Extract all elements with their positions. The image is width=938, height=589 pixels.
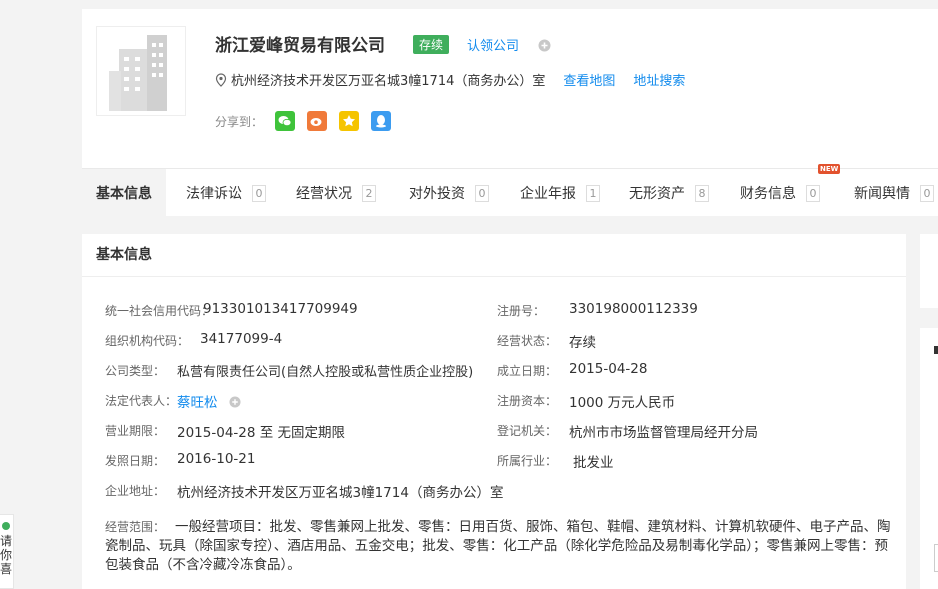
side-card [920,234,938,308]
address-row: 杭州经济技术开发区万亚名城3幢1714（商务办公）室 查看地图 地址搜索 [215,70,685,89]
tab-news[interactable]: 新闻舆情 0 [854,169,934,217]
credit-code-value: 913301013417709949 [203,301,358,317]
location-pin-icon [215,72,227,87]
field-label: 统一社会信用代码： [105,304,214,318]
tab-basic-info[interactable]: 基本信息 [82,169,166,217]
field-label: 登记机关： [497,424,558,438]
qq-icon[interactable] [371,111,392,131]
field-label: 组织机构代码： [105,334,190,348]
field-label: 发照日期： [105,454,166,468]
basic-info-panel: 基本信息 统一社会信用代码： 913301013417709949 注册号： 3… [82,234,906,589]
claim-company-link[interactable]: 认领公司 [467,35,519,54]
tab-bar: 基本信息 法律诉讼 0 经营状况 2 对外投资 0 企业年报 1 无形资产 8 财务信息 0… [82,164,938,217]
field-label: 成立日期： [497,364,558,378]
status-badge: 存续 [413,35,450,54]
op-status-value: 存续 [569,335,596,351]
field-label: 企业地址： [105,484,166,498]
field-label: 注册号： [497,304,546,318]
side-card [920,328,938,589]
panel-title: 基本信息 [82,234,906,277]
plus-circle-icon[interactable] [538,37,551,56]
tab-annual-report[interactable]: 企业年报 1 [520,169,600,217]
tab-finance[interactable]: 财务信息 0 [740,169,820,217]
company-name: 浙江爱峰贸易有限公司 [215,36,385,56]
legal-rep-link[interactable]: 蔡旺松 [177,391,218,411]
weibo-icon[interactable] [307,111,328,131]
field-label: 经营状态： [497,334,558,348]
field-label: 注册资本： [497,394,558,408]
industry-value: 批发业 [573,455,614,471]
found-date-value: 2015-04-28 [569,361,648,377]
issue-date-value: 2016-10-21 [177,451,256,467]
reg-capital-value: 1000 万元人民币 [569,395,676,411]
reg-no-value: 330198000112339 [569,301,698,317]
wechat-icon[interactable] [275,111,296,131]
chat-float-widget[interactable]: 请你喜 [0,514,14,589]
header-address: 杭州经济技术开发区万亚名城3幢1714（商务办公）室 [231,74,546,89]
business-scope: 经营范围： 一般经营项目：批发、零售兼网上批发、零售：日用百货、服饰、箱包、鞋帽、… [105,518,895,575]
field-label: 营业期限： [105,424,166,438]
building-icon [109,35,167,111]
qzone-star-icon[interactable] [339,111,360,131]
business-scope-text: 一般经营项目：批发、零售兼网上批发、零售：日用百货、服饰、箱包、鞋帽、建筑材料、… [105,519,891,573]
online-dot-icon [2,522,10,530]
company-type-value: 私营有限责任公司(自然人控股或私营性质企业控股) [177,365,474,380]
share-row: 分享到： [215,111,392,131]
address-search-link[interactable]: 地址搜索 [633,70,685,89]
tab-intangible-assets[interactable]: 无形资产 8 [629,169,709,217]
share-label: 分享到： [215,114,264,129]
field-label: 所属行业： [497,454,558,468]
chat-float-text: 请你喜 [0,534,13,576]
address-value: 杭州经济技术开发区万亚名城3幢1714（商务办公）室 [177,485,504,501]
view-map-link[interactable]: 查看地图 [563,70,615,89]
field-label: 公司类型： [105,364,166,378]
term-value: 2015-04-28 至 无固定期限 [177,425,346,441]
field-label: 经营范围： [105,520,166,534]
new-badge: NEW [818,164,841,174]
org-code-value: 34177099-4 [200,331,283,347]
tab-investments[interactable]: 对外投资 0 [409,169,489,217]
tab-operations[interactable]: 经营状况 2 [296,169,376,217]
tab-legal[interactable]: 法律诉讼 0 [186,169,266,217]
reg-authority-value: 杭州市市场监督管理局经开分局 [569,425,758,441]
company-logo [96,26,186,116]
company-header: 浙江爱峰贸易有限公司 存续 认领公司 杭州经济技术开发区万亚名城3幢1714（商… [82,9,938,168]
field-label: 法定代表人： [105,394,178,408]
plus-circle-icon[interactable] [229,393,241,412]
